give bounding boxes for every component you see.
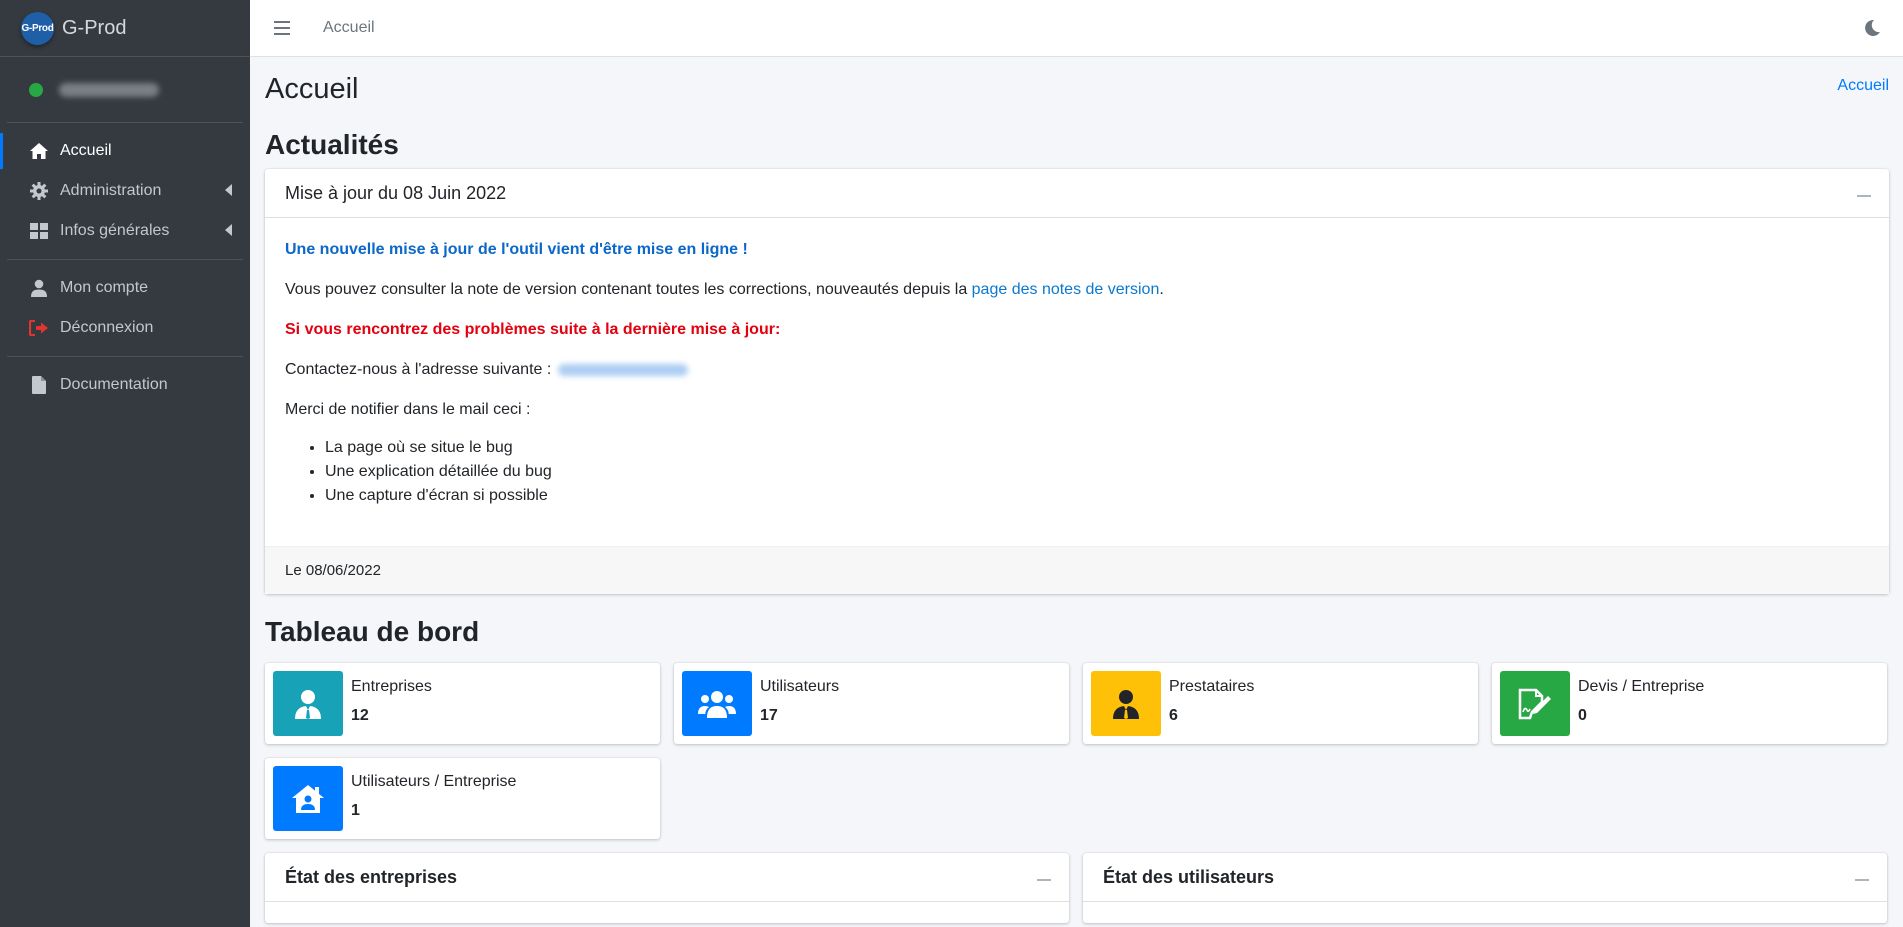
collapse-minus-icon[interactable]: [1857, 195, 1871, 197]
news-paragraph-text: Vous pouvez consulter la note de version…: [285, 281, 972, 298]
news-card-header: Mise à jour du 08 Juin 2022: [265, 169, 1889, 218]
page-header: Accueil Accueil: [265, 57, 1889, 117]
card-title: État des utilisateurs: [1103, 866, 1275, 887]
stat-value: 1: [351, 802, 360, 819]
sidebar-divider: [7, 356, 243, 357]
card-title: État des entreprises: [285, 866, 458, 887]
list-item: La page où se situe le bug: [325, 436, 1869, 460]
bottom-panels: État des entreprises État des utilisateu…: [265, 853, 1889, 923]
dashboard-section-title: Tableau de bord: [265, 616, 480, 647]
brand-logo: G-Prod: [21, 11, 54, 45]
stat-label: Devis / Entreprise: [1578, 678, 1705, 695]
sidebar-item-deconnexion[interactable]: Déconnexion: [0, 308, 250, 348]
home-icon: [28, 141, 50, 161]
moon-icon[interactable]: [1863, 19, 1881, 37]
sidebar-item-mon-compte[interactable]: Mon compte: [0, 268, 250, 308]
user-panel[interactable]: [7, 57, 243, 123]
user-name-redacted: [59, 82, 159, 97]
online-status-icon: [29, 82, 43, 97]
user-icon: [28, 278, 50, 298]
brand-name: G-Prod: [62, 16, 127, 39]
news-paragraph-end: .: [1159, 281, 1164, 298]
companies-status-card: État des entreprises: [265, 853, 1069, 923]
sidebar-item-label: Mon compte: [60, 279, 149, 296]
news-warning: Si vous rencontrez des problèmes suite à…: [285, 321, 781, 338]
stat-label: Utilisateurs: [760, 678, 840, 695]
stat-value: 6: [1169, 707, 1178, 724]
list-item: Une capture d'écran si possible: [325, 484, 1869, 508]
contact-email-link-redacted[interactable]: [557, 363, 688, 376]
stat-box-devis-entreprise[interactable]: Devis / Entreprise 0: [1492, 663, 1887, 744]
signature-icon: [1500, 671, 1570, 736]
hamburger-menu-icon[interactable]: [274, 21, 290, 35]
grid-icon: [28, 221, 50, 241]
sidebar-item-label: Documentation: [60, 376, 168, 393]
news-headline: Une nouvelle mise à jour de l'outil vien…: [285, 241, 748, 258]
chevron-left-icon: [225, 224, 232, 236]
news-contact-text: Contactez-nous à l'adresse suivante :: [285, 361, 552, 378]
gear-icon: [28, 181, 50, 201]
stat-box-prestataires[interactable]: Prestataires 6: [1083, 663, 1478, 744]
news-notify: Merci de notifier dans le mail ceci :: [285, 401, 531, 418]
news-card-footer: Le 08/06/2022: [265, 546, 1889, 594]
file-icon: [28, 375, 50, 395]
sidebar-item-administration[interactable]: Administration: [0, 171, 250, 211]
sidebar-item-label: Accueil: [60, 142, 112, 159]
stat-label: Prestataires: [1169, 678, 1255, 695]
stat-value: 0: [1578, 707, 1587, 724]
stat-value: 17: [760, 707, 778, 724]
news-section-title: Actualités: [265, 129, 399, 160]
users-status-card: État des utilisateurs: [1083, 853, 1887, 923]
stat-value: 12: [351, 707, 369, 724]
news-card-body: Une nouvelle mise à jour de l'outil vien…: [265, 218, 1889, 508]
sidebar-item-accueil[interactable]: Accueil: [0, 131, 250, 171]
sign-out-icon: [28, 318, 50, 338]
sidebar-nav-docs: Documentation: [0, 365, 250, 405]
sidebar-item-documentation[interactable]: Documentation: [0, 365, 250, 405]
card-header: État des entreprises: [265, 853, 1069, 902]
chevron-left-icon: [225, 184, 232, 196]
sidebar-item-infos-generales[interactable]: Infos générales: [0, 211, 250, 251]
news-card-title: Mise à jour du 08 Juin 2022: [285, 182, 507, 203]
collapse-minus-icon[interactable]: [1855, 879, 1869, 881]
list-item: Une explication détaillée du bug: [325, 460, 1869, 484]
stats-grid: Entreprises 12 Utilisateurs 17 Prestatai…: [265, 663, 1889, 839]
news-contact: Contactez-nous à l'adresse suivante :: [285, 360, 1869, 379]
sidebar-nav: Accueil Administration Infos générales: [0, 131, 250, 251]
sidebar: G-Prod G-Prod Accueil Administration Inf…: [0, 0, 250, 927]
sidebar-item-label: Déconnexion: [60, 319, 154, 336]
page-title: Accueil: [265, 73, 359, 105]
breadcrumb[interactable]: Accueil: [1837, 77, 1889, 95]
news-paragraph: Vous pouvez consulter la note de version…: [285, 280, 1869, 299]
news-card: Mise à jour du 08 Juin 2022 Une nouvelle…: [265, 169, 1889, 594]
sidebar-item-label: Administration: [60, 182, 162, 199]
stat-label: Entreprises: [351, 678, 432, 695]
sidebar-divider: [7, 259, 243, 260]
sidebar-nav-account: Mon compte Déconnexion: [0, 268, 250, 348]
card-header: État des utilisateurs: [1083, 853, 1887, 902]
user-tie-icon: [1091, 671, 1161, 736]
users-icon: [682, 671, 752, 736]
stat-box-utilisateurs-entreprise[interactable]: Utilisateurs / Entreprise 1: [265, 758, 660, 839]
top-navbar: Accueil: [250, 0, 1903, 57]
release-notes-link[interactable]: page des notes de version: [972, 281, 1160, 298]
sidebar-item-label: Infos générales: [60, 222, 170, 239]
brand-link[interactable]: G-Prod G-Prod: [0, 0, 250, 57]
house-user-icon: [273, 766, 343, 831]
stat-box-entreprises[interactable]: Entreprises 12: [265, 663, 660, 744]
user-tie-icon: [273, 671, 343, 736]
stat-box-utilisateurs[interactable]: Utilisateurs 17: [674, 663, 1069, 744]
main-content: Accueil Accueil Actualités Mise à jour d…: [265, 57, 1889, 923]
topbar-home-link[interactable]: Accueil: [323, 19, 375, 37]
stat-label: Utilisateurs / Entreprise: [351, 773, 517, 790]
bug-report-list: La page où se situe le bug Une explicati…: [325, 436, 1869, 508]
collapse-minus-icon[interactable]: [1037, 879, 1051, 881]
